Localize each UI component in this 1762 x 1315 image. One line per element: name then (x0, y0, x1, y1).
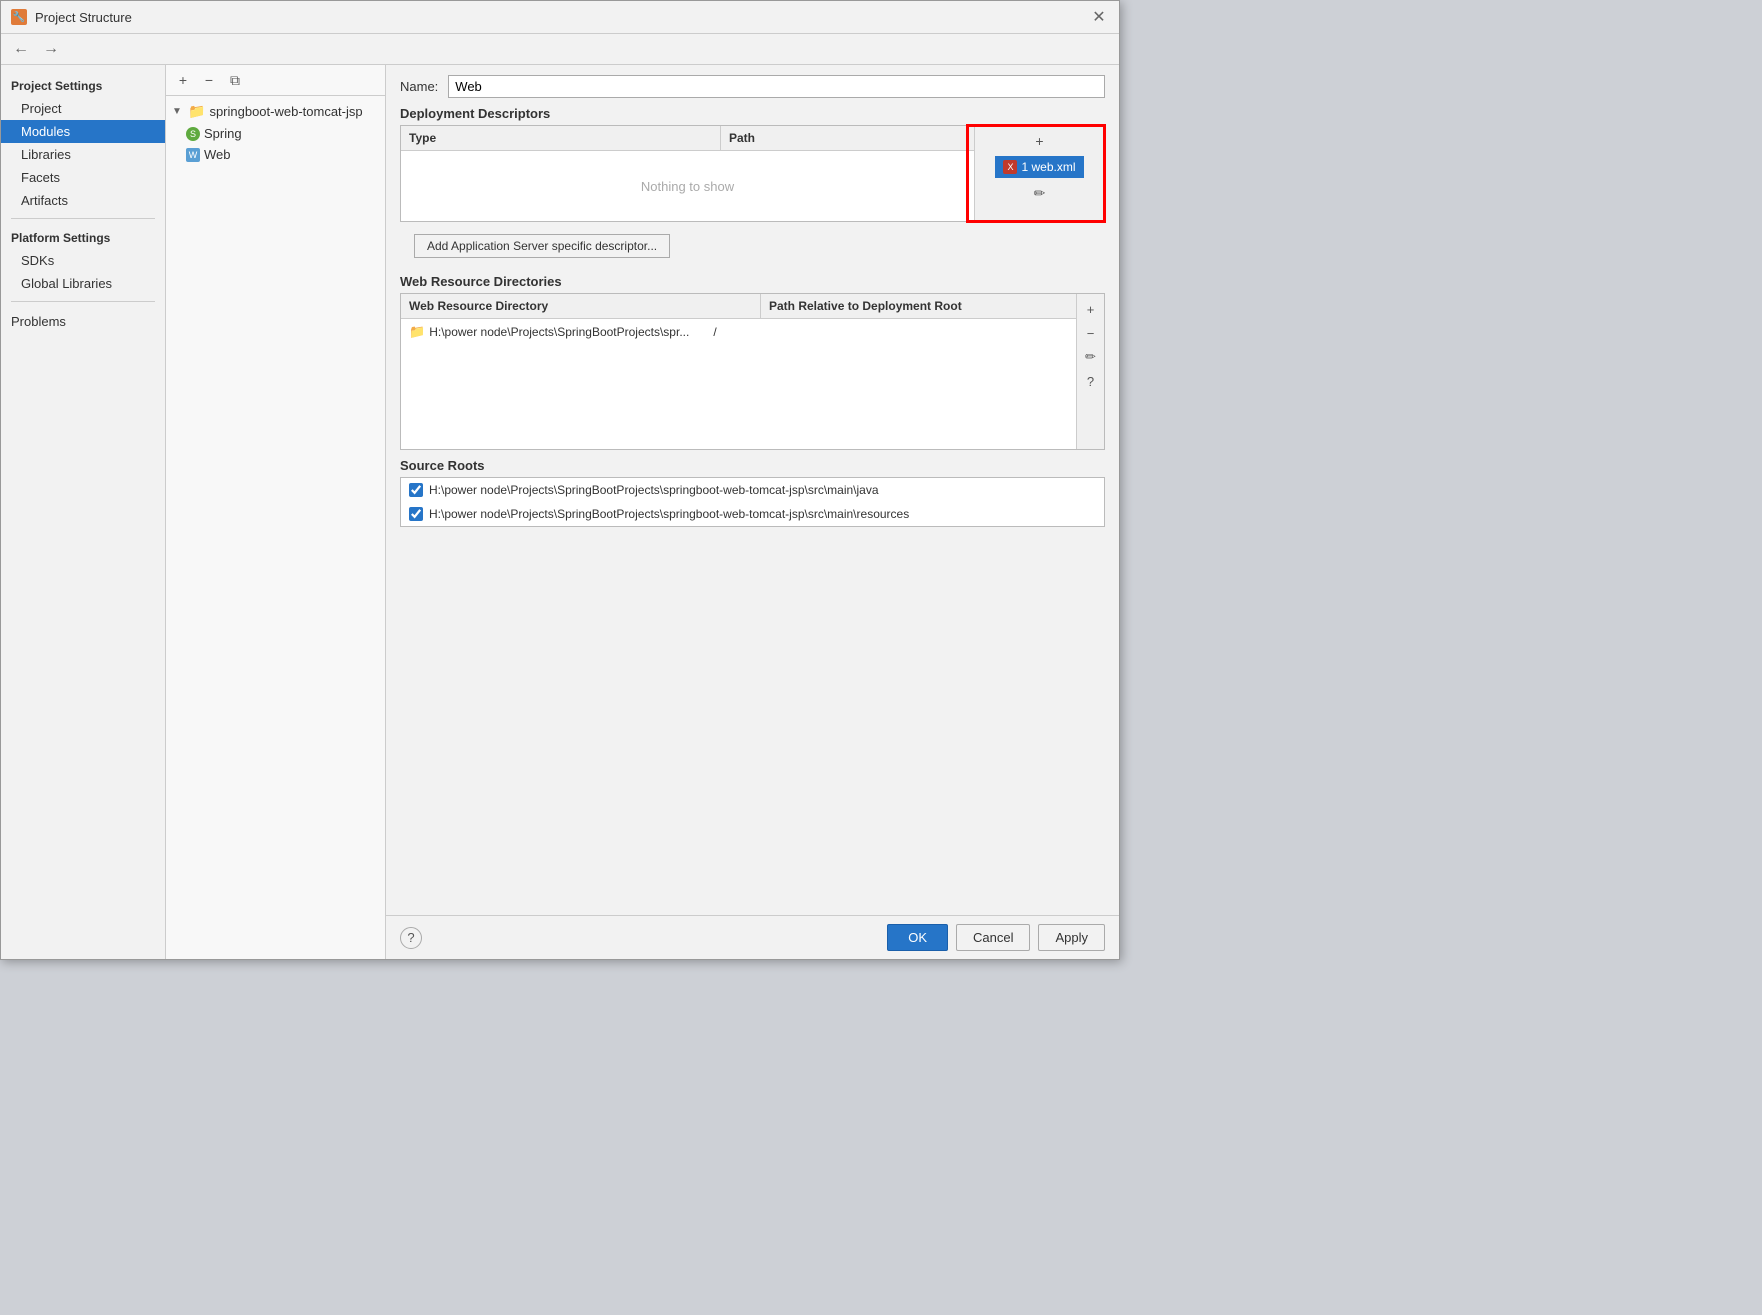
wr-remove-button[interactable]: − (1080, 322, 1102, 344)
wr-edit-button[interactable]: ✏ (1080, 346, 1102, 368)
wr-path-text: H:\power node\Projects\SpringBootProject… (429, 325, 689, 339)
spring-icon: S (186, 127, 200, 141)
project-settings-header: Project Settings (1, 73, 165, 97)
type-col-header: Type (401, 126, 721, 150)
descriptor-item[interactable]: X 1 web.xml (995, 156, 1083, 178)
path-col-header: Path (721, 126, 763, 150)
apply-button[interactable]: Apply (1038, 924, 1105, 951)
tree-copy-button[interactable]: ⧉ (224, 69, 246, 91)
footer-left: ? (400, 927, 422, 949)
add-app-server-button[interactable]: Add Application Server specific descript… (414, 234, 670, 258)
back-button[interactable]: ← (9, 38, 33, 60)
app-icon: 🔧 (11, 9, 27, 25)
tree-remove-button[interactable]: − (198, 69, 220, 91)
tree-add-button[interactable]: + (172, 69, 194, 91)
deployment-table-body: Nothing to show (401, 151, 974, 221)
source-path-1: H:\power node\Projects\SpringBootProject… (429, 483, 879, 497)
sidebar-divider (11, 218, 155, 219)
wr-table: Web Resource Directory Path Relative to … (400, 293, 1105, 450)
source-row-2: H:\power node\Projects\SpringBootProject… (401, 502, 1104, 526)
tree-arrow: ▼ (172, 106, 184, 117)
sidebar-item-global-libraries[interactable]: Global Libraries (1, 272, 165, 295)
name-row: Name: (386, 65, 1119, 106)
sidebar-item-project[interactable]: Project (1, 97, 165, 120)
sidebar-divider2 (11, 301, 155, 302)
tree-spring-label: Spring (204, 126, 242, 141)
source-roots-section: Source Roots H:\power node\Projects\Spri… (400, 458, 1105, 527)
deployment-table-wrapper: Type Path Nothing to show + X 1 web.xml (400, 125, 1105, 222)
sidebar-item-libraries[interactable]: Libraries (1, 143, 165, 166)
descriptor-xml-icon: X (1003, 160, 1017, 174)
footer: ? OK Cancel Apply (386, 915, 1119, 959)
source-checkbox-1[interactable] (409, 483, 423, 497)
help-button[interactable]: ? (400, 927, 422, 949)
tree-content: ▼ 📁 springboot-web-tomcat-jsp S Spring W… (166, 96, 385, 169)
tree-web-label: Web (204, 147, 231, 162)
wr-folder-icon: 📁 (409, 324, 425, 340)
tree-row-root[interactable]: ▼ 📁 springboot-web-tomcat-jsp (166, 100, 385, 123)
platform-settings-header: Platform Settings (1, 225, 165, 249)
wr-right-col: + − ✏ ? (1076, 294, 1104, 449)
folder-icon: 📁 (188, 103, 205, 120)
sidebar-item-problems[interactable]: Problems (1, 308, 165, 333)
deployment-descriptors-label: Deployment Descriptors (400, 106, 1105, 121)
source-roots-table: H:\power node\Projects\SpringBootProject… (400, 477, 1105, 527)
cancel-button[interactable]: Cancel (956, 924, 1030, 951)
close-button[interactable]: ✕ (1089, 7, 1109, 27)
sidebar-item-sdks[interactable]: SDKs (1, 249, 165, 272)
content-panel: Name: Deployment Descriptors Type Path (386, 65, 1119, 959)
wr-header: Web Resource Directory Path Relative to … (401, 294, 1076, 319)
ok-button[interactable]: OK (887, 924, 948, 951)
source-path-2: H:\power node\Projects\SpringBootProject… (429, 507, 909, 521)
wr-body: 📁 H:\power node\Projects\SpringBootProje… (401, 319, 1076, 449)
wr-row[interactable]: 📁 H:\power node\Projects\SpringBootProje… (401, 319, 1076, 345)
source-checkbox-2[interactable] (409, 507, 423, 521)
tree-root-label: springboot-web-tomcat-jsp (209, 104, 362, 119)
sidebar-item-modules[interactable]: Modules (1, 120, 165, 143)
deployment-table-header: Type Path (401, 126, 974, 151)
footer-right: OK Cancel Apply (887, 924, 1105, 951)
forward-button[interactable]: → (39, 38, 63, 60)
tree-panel: + − ⧉ ▼ 📁 springboot-web-tomcat-jsp S Sp… (166, 65, 386, 959)
tree-toolbar: + − ⧉ (166, 65, 385, 96)
tree-row-spring[interactable]: S Spring (166, 123, 385, 144)
content-scroll-area: Name: Deployment Descriptors Type Path (386, 65, 1119, 915)
wr-add-button[interactable]: + (1080, 298, 1102, 320)
name-label: Name: (400, 79, 438, 94)
name-input[interactable] (448, 75, 1105, 98)
source-roots-label: Source Roots (400, 458, 1105, 473)
add-app-server-row: Add Application Server specific descript… (400, 228, 1105, 266)
web-icon: W (186, 148, 200, 162)
descriptor-item-label: 1 web.xml (1021, 160, 1075, 174)
deployment-main: Type Path Nothing to show (401, 126, 974, 221)
main-body: Project Settings Project Modules Librari… (1, 65, 1119, 959)
sidebar-item-facets[interactable]: Facets (1, 166, 165, 189)
tree-row-web[interactable]: W Web (166, 144, 385, 165)
wr-main: Web Resource Directory Path Relative to … (401, 294, 1076, 449)
wr-help-button[interactable]: ? (1080, 370, 1102, 392)
deployment-descriptors-section: Deployment Descriptors (400, 106, 1105, 121)
wr-col1-header: Web Resource Directory (401, 294, 761, 318)
wr-slash: / (713, 325, 716, 339)
dialog-title: Project Structure (35, 10, 132, 25)
title-bar: 🔧 Project Structure ✕ (1, 1, 1119, 34)
web-resource-section: Web Resource Directories Web Resource Di… (400, 274, 1105, 450)
nav-bar: ← → (1, 34, 1119, 65)
web-resource-label: Web Resource Directories (400, 274, 1105, 289)
sidebar-item-artifacts[interactable]: Artifacts (1, 189, 165, 212)
sidebar: Project Settings Project Modules Librari… (1, 65, 166, 959)
descriptor-edit-button[interactable]: ✏ (1029, 182, 1051, 204)
nothing-to-show: Nothing to show (641, 179, 734, 194)
descriptor-right-col: + X 1 web.xml ✏ (974, 126, 1104, 221)
descriptor-add-button[interactable]: + (1029, 130, 1051, 152)
wr-col2-header: Path Relative to Deployment Root (761, 294, 1076, 318)
source-row-1: H:\power node\Projects\SpringBootProject… (401, 478, 1104, 502)
